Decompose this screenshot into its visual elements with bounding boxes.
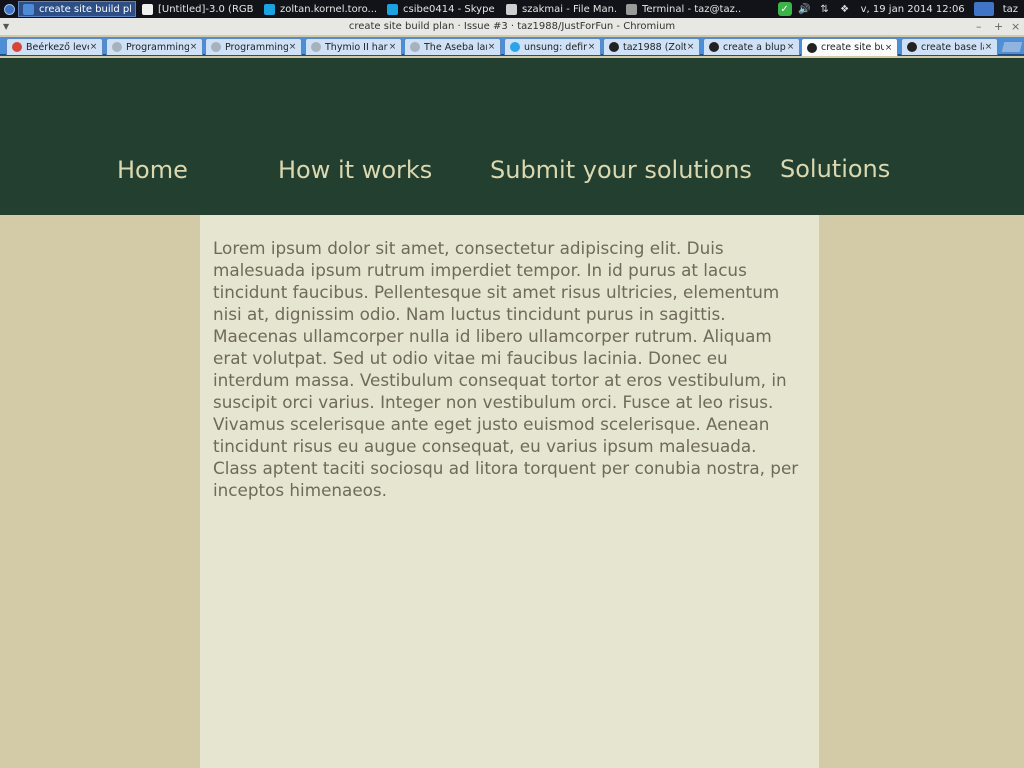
- browser-tab[interactable]: Programming ×: [205, 38, 302, 55]
- tab-label: create base la: [921, 41, 984, 53]
- tab-close-icon[interactable]: ×: [189, 42, 198, 52]
- taskbar-task-label: create site build pl...: [39, 3, 131, 15]
- app-menu-button[interactable]: [0, 0, 18, 18]
- tab-label: Beérkező leve: [26, 41, 89, 53]
- window-titlebar[interactable]: ▼ create site build plan · Issue #3 · ta…: [0, 18, 1024, 36]
- folder-icon: [506, 3, 517, 15]
- taskbar-task-label: Terminal - taz@taz...: [642, 3, 742, 15]
- browser-tab[interactable]: Beérkező leve ×: [6, 38, 103, 55]
- gimp-icon: [142, 3, 153, 15]
- tab-close-icon[interactable]: ×: [487, 42, 496, 52]
- github-icon: [807, 42, 817, 53]
- app-menu-icon: [3, 3, 15, 15]
- body-text: Lorem ipsum dolor sit amet, consectetur …: [213, 238, 799, 500]
- tab-close-icon[interactable]: ×: [786, 42, 795, 52]
- browser-tab-strip: Beérkező leve × Programming × Programming × Th…: [0, 37, 1024, 56]
- close-window-button[interactable]: ×: [1011, 18, 1020, 36]
- tab-label: create site bu: [821, 42, 884, 53]
- browser-tab[interactable]: The Aseba lar ×: [404, 38, 501, 55]
- browser-tab[interactable]: taz1988 (Zolt ×: [603, 38, 700, 55]
- page-icon: [410, 42, 420, 52]
- taskbar-task[interactable]: create site build pl...: [18, 1, 136, 17]
- dropbox-icon[interactable]: ❖: [838, 2, 852, 16]
- tab-close-icon[interactable]: ×: [884, 43, 893, 53]
- desktop-taskbar: create site build pl... [Untitled]-3.0 (R…: [0, 0, 1024, 18]
- page-icon: [211, 42, 221, 52]
- skype-icon: [387, 3, 398, 15]
- window-menu-icon[interactable]: ▼: [3, 18, 9, 36]
- skype-icon: [264, 3, 275, 15]
- browser-tab[interactable]: create a blup ×: [703, 38, 800, 55]
- taskbar-task[interactable]: zoltan.kornel.toro...: [260, 1, 381, 17]
- nav-submit-solutions[interactable]: Submit your solutions: [490, 156, 752, 184]
- taskbar-task-label: csibe0414 - Skype™: [403, 3, 496, 15]
- page-icon: [311, 42, 321, 52]
- network-check-icon[interactable]: ✓: [777, 2, 792, 16]
- clock[interactable]: v, 19 jan 2014 12:06: [861, 4, 965, 15]
- minimize-button[interactable]: –: [976, 18, 982, 36]
- nav-home[interactable]: Home: [117, 156, 188, 184]
- network-transfer-icon[interactable]: ⇅: [818, 2, 832, 16]
- tab-close-icon[interactable]: ×: [89, 42, 98, 52]
- nav-solutions[interactable]: Solutions: [780, 155, 890, 183]
- tab-label: Programming: [225, 41, 288, 53]
- terminal-icon: [626, 3, 637, 15]
- github-icon: [609, 42, 619, 52]
- tab-close-icon[interactable]: ×: [288, 42, 297, 52]
- tab-close-icon[interactable]: ×: [984, 42, 993, 52]
- system-tray: ✓ 🔊 ⇅ ❖ v, 19 jan 2014 12:06 taz: [770, 0, 1024, 18]
- maximize-button[interactable]: +: [994, 18, 1003, 36]
- taskbar-task-label: szakmai - File Man...: [522, 3, 616, 15]
- page-icon: [112, 42, 122, 52]
- new-tab-button[interactable]: [1000, 41, 1024, 53]
- taskbar-task-label: zoltan.kornel.toro...: [280, 3, 377, 15]
- tab-label: Thymio II har: [325, 41, 388, 53]
- tab-label: The Aseba lar: [424, 41, 487, 53]
- window-title: create site build plan · Issue #3 · taz1…: [348, 21, 676, 32]
- browser-tab[interactable]: Thymio II har ×: [305, 38, 402, 55]
- github-icon: [709, 42, 719, 52]
- nav-how-it-works[interactable]: How it works: [278, 156, 432, 184]
- site-header: Home How it works Submit your solutions …: [0, 58, 1024, 215]
- chromium-icon: [23, 3, 34, 15]
- tab-close-icon[interactable]: ×: [686, 42, 695, 52]
- taskbar-task[interactable]: csibe0414 - Skype™: [383, 1, 500, 17]
- tab-label: create a blup: [723, 41, 786, 53]
- taskbar-task-label: [Untitled]-3.0 (RGB...: [158, 3, 254, 15]
- tab-label: unsung: defir: [524, 41, 587, 53]
- tab-label: Programming: [126, 41, 189, 53]
- main-content: Lorem ipsum dolor sit amet, consectetur …: [200, 215, 819, 768]
- tab-close-icon[interactable]: ×: [587, 42, 596, 52]
- taskbar-task-list: create site build pl... [Untitled]-3.0 (R…: [18, 1, 748, 17]
- github-icon: [907, 42, 917, 52]
- browser-tab[interactable]: create base la ×: [901, 38, 998, 55]
- browser-tab[interactable]: Programming ×: [106, 38, 203, 55]
- browser-tab[interactable]: create site bu ×: [801, 38, 898, 56]
- tab-close-icon[interactable]: ×: [388, 42, 397, 52]
- taskbar-task[interactable]: szakmai - File Man...: [502, 1, 620, 17]
- volume-icon[interactable]: 🔊: [798, 2, 812, 16]
- taskbar-task[interactable]: [Untitled]-3.0 (RGB...: [138, 1, 258, 17]
- user-name[interactable]: taz: [1003, 4, 1018, 15]
- taskbar-task[interactable]: Terminal - taz@taz...: [622, 1, 746, 17]
- tab-label: taz1988 (Zolt: [623, 41, 686, 53]
- gmail-icon: [12, 42, 22, 52]
- show-desktop-icon[interactable]: [973, 2, 994, 16]
- browser-tab[interactable]: unsung: defir ×: [504, 38, 601, 55]
- loading-icon: [510, 42, 520, 52]
